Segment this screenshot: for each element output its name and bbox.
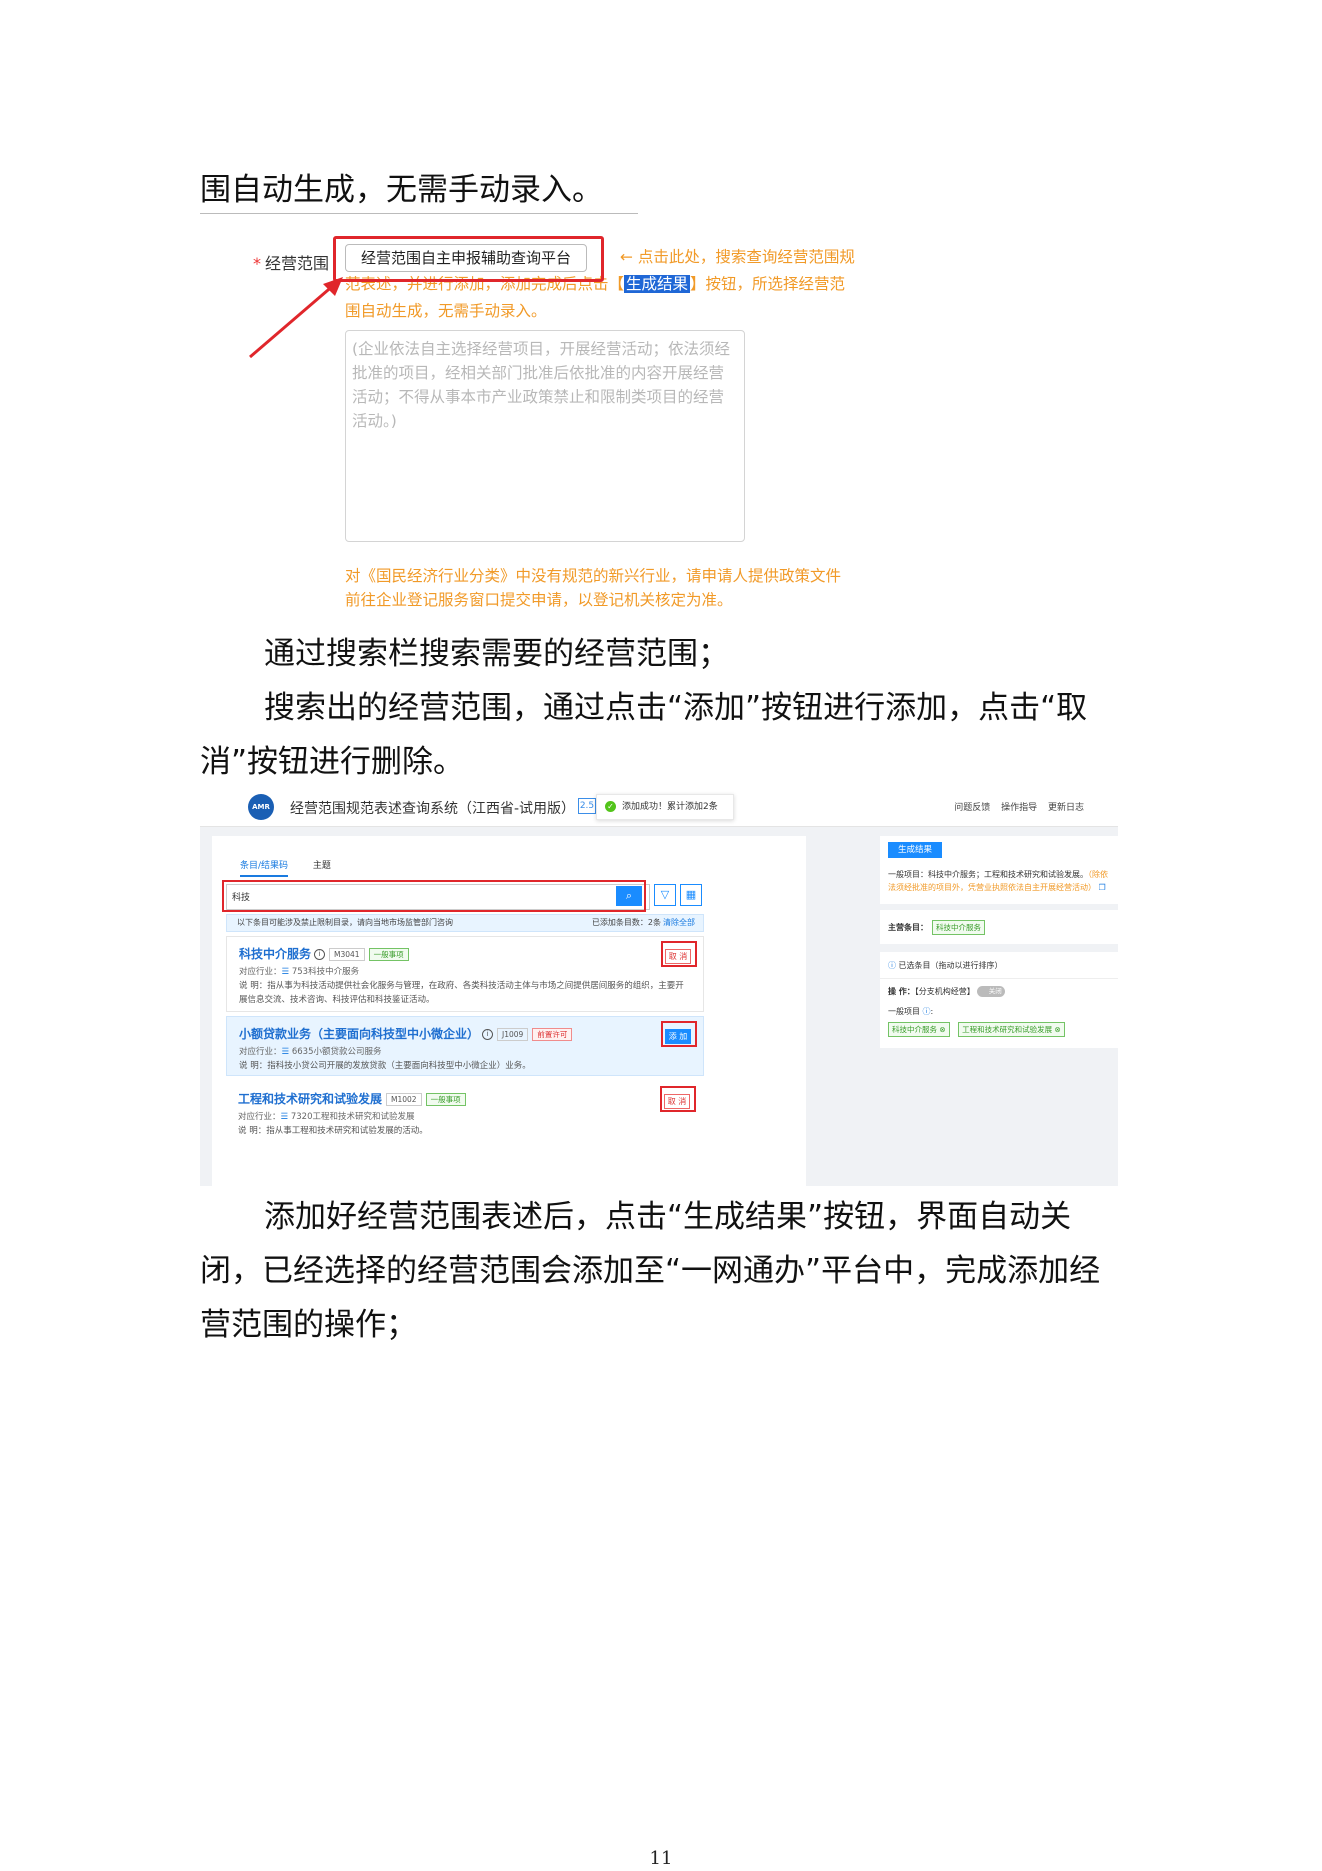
copy-icon[interactable]: ❐ [1099,883,1106,892]
paragraph-continuation: 围自动生成，无需手动录入。 [200,172,603,208]
grid-icon: ▦ [685,888,697,901]
search-panel: 条目/结果码 主题 科技 ⌕ ▽ ▦ 以下条目可能涉及禁止限制目录，请向当地市场… [212,836,806,1186]
highlight-box [222,880,646,912]
filter-button[interactable]: ▽ [654,884,676,906]
highlight-box [660,1086,696,1112]
item-code: J1009 [497,1028,529,1041]
item-tag: 前置许可 [532,1028,573,1041]
highlight-box [661,941,697,967]
close-icon[interactable]: ⊗ [1054,1025,1060,1034]
generate-result-highlight: 生成结果 [624,275,691,293]
red-arrow-icon [249,277,343,359]
paragraph-generate-result: 添加好经营范围表述后，点击“生成结果”按钮，界面自动关闭，已经选择的经营范围会添… [200,1199,1101,1343]
business-scope-textarea[interactable]: (企业依法自主选择经营项目，开展经营活动；依法须经批准的项目，经相关部门批准后依… [345,330,745,542]
screenshot-query-system: AMR 经营范围规范表述查询系统（江西省-试用版） 2.5 ✓ 添加成功！累计添加… [200,786,1118,1186]
tab-theme[interactable]: 主题 [313,861,331,871]
scope-item: 科技中介服务 i M3041 一般事项 对应行业：☰ 753科技中介服务 说 明：指从… [226,936,704,1012]
item-name[interactable]: 科技中介服务 [239,947,311,961]
header-links: 问题反馈 操作指导 更新日志 [946,800,1084,813]
selected-items-card: ⓘ 已选条目（拖动以进行排序） 操 作：【分支机构经营】 关闭 一般项目 ⓘ: 科… [880,952,1118,1048]
version-badge: 2.5 [578,798,596,814]
question-icon: ⓘ [922,1007,931,1016]
grid-view-button[interactable]: ▦ [680,884,702,906]
main-item-card: 主营条目： 科技中介服务 [880,910,1118,944]
system-title: 经营范围规范表述查询系统（江西省-试用版） [290,801,576,817]
list-icon: ☰ [281,1047,292,1057]
question-circle-icon: ⓘ [888,961,899,970]
filter-icon: ▽ [660,888,670,901]
business-scope-label: * 经营范围 [253,254,330,273]
scope-item: 小额贷款业务（主要面向科技型中小微企业） i J1009 前置许可 对应行业：☰ 66… [226,1016,704,1076]
item-code: M1002 [386,1093,422,1106]
tab-entry-code[interactable]: 条目/结果码 [240,861,289,877]
item-name[interactable]: 小额贷款业务（主要面向科技型中小微企业） [239,1027,479,1041]
clear-all-link[interactable]: 清除全部 [663,918,695,927]
screenshot-business-scope-form: * 经营范围 ← 点击此处，搜索查询经营范围规范表述，并进行添加，添加完成后点击【… [245,232,855,612]
guide-link[interactable]: 操作指导 [1001,803,1037,813]
info-icon[interactable]: i [314,949,326,960]
result-text: 一般项目：科技中介服务；工程和技术研究和试验发展。 [888,870,1088,879]
generate-result-button[interactable]: 生成结果 [888,842,942,858]
changelog-link[interactable]: 更新日志 [1048,803,1084,813]
paragraph-search: 通过搜索栏搜索需要的经营范围； [264,636,729,672]
feedback-link[interactable]: 问题反馈 [954,803,990,813]
item-name[interactable]: 工程和技术研究和试验发展 [238,1092,382,1106]
item-tag: 一般事项 [425,1093,466,1106]
info-icon[interactable]: i [482,1029,494,1040]
success-toast: ✓ 添加成功！累计添加2条 [596,794,734,820]
close-icon[interactable]: ⊗ [939,1025,945,1034]
highlight-box [661,1021,697,1047]
selected-chip[interactable]: 科技中介服务 ⊗ [888,1022,950,1037]
main-item-tag: 科技中介服务 [932,920,985,935]
list-icon: ☰ [281,967,292,977]
selected-chip[interactable]: 工程和技术研究和试验发展 ⊗ [958,1022,1065,1037]
check-circle-icon: ✓ [605,801,616,812]
item-tag: 一般事项 [368,948,409,961]
tabs: 条目/结果码 主题 [240,858,353,877]
page-number: 11 [649,1848,673,1869]
result-panel: 生成结果 一般项目：科技中介服务；工程和技术研究和试验发展。（除依法须经批准的项… [880,836,1118,1186]
list-icon: ☰ [280,1112,291,1122]
divider-line [200,213,638,214]
divider [880,978,1118,979]
notice-bar: 以下条目可能涉及禁止限制目录，请向当地市场监管部门咨询 已添加条目数：2条 清除全… [226,914,704,932]
scope-item: 工程和技术研究和试验发展 M1002 一般事项 对应行业：☰ 7320工程和技术研究… [226,1082,702,1186]
system-logo: AMR [248,794,274,820]
result-card: 生成结果 一般项目：科技中介服务；工程和技术研究和试验发展。（除依法须经批准的项… [880,836,1118,904]
new-industry-note: 对《国民经济行业分类》中没有规范的新兴行业，请申请人提供政策文件前往企业登记服务… [345,567,842,609]
highlight-box [333,236,604,282]
system-header: AMR 经营范围规范表述查询系统（江西省-试用版） 2.5 ✓ 添加成功！累计添加… [200,786,1118,827]
branch-toggle[interactable]: 关闭 [976,986,1005,997]
item-code: M3041 [329,948,365,961]
paragraph-add-cancel: 搜索出的经营范围，通过点击“添加”按钮进行添加，点击“取消”按钮进行删除。 [200,690,1088,780]
